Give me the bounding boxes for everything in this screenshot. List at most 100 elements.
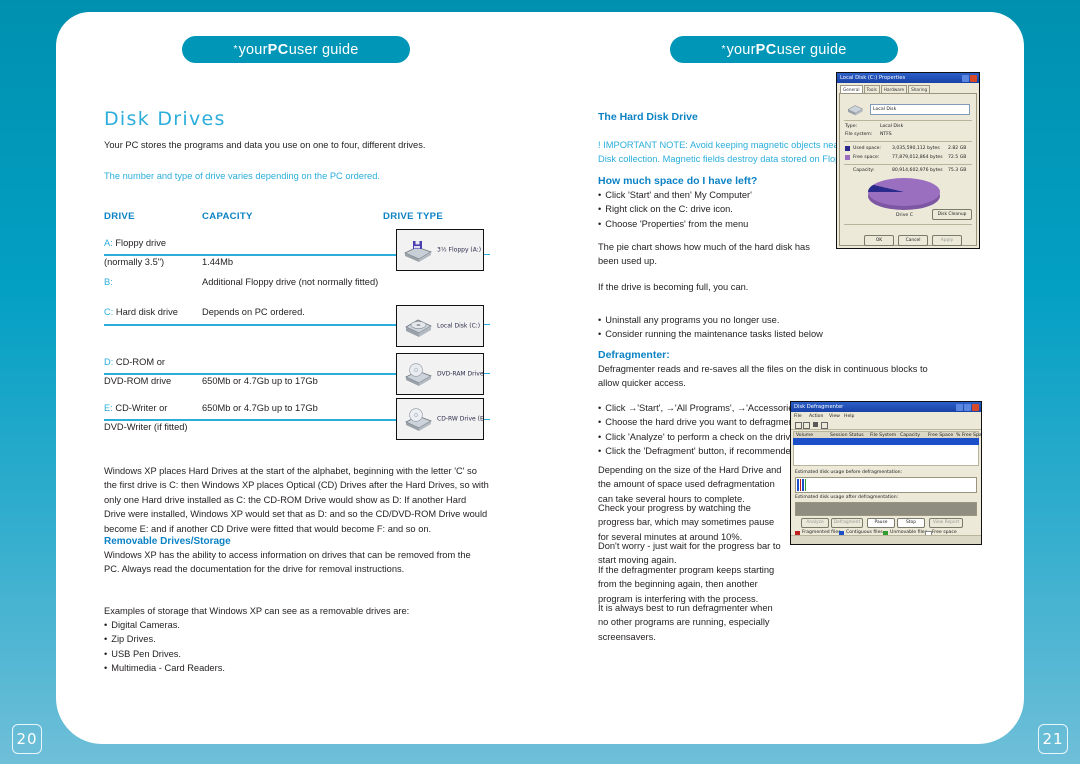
divider <box>844 120 972 121</box>
drive-desc: CD-Writer or <box>112 403 168 413</box>
status-bar <box>791 535 981 544</box>
list-item: Click 'Start' and then' My Computer' <box>598 188 838 202</box>
row-rule <box>104 254 404 256</box>
used-space-label: Used space: <box>853 146 881 151</box>
banner-left: * your PC user guide <box>182 36 410 63</box>
stop-icon[interactable] <box>813 422 818 427</box>
row-rule <box>104 419 404 421</box>
free-space-swatch <box>845 155 850 160</box>
page-title: Disk Drives <box>104 108 226 130</box>
row-rule <box>104 324 404 326</box>
dialog-title: Local Disk (C:) Properties <box>840 75 906 81</box>
dialog-titlebar: Local Disk (C:) Properties <box>837 73 979 83</box>
defragmenter-paragraph: Defragmenter reads and re-saves all the … <box>598 364 928 389</box>
table-header-drivetype: DRIVE TYPE <box>383 211 444 222</box>
removable-paragraph: Windows XP has the ability to access inf… <box>104 550 471 575</box>
list-item: Zip Drives. <box>104 632 404 646</box>
defrag-note-2: Check your progress by watching the prog… <box>598 503 775 542</box>
pie-paragraph: The pie chart shows how much of the hard… <box>598 242 810 267</box>
volume-row-selected[interactable] <box>793 438 979 445</box>
divider <box>844 164 972 165</box>
drive-cell: E: CD-Writer or <box>104 403 167 413</box>
banner-pc-left: PC <box>267 41 289 58</box>
list-item: Choose 'Properties' from the menu <box>598 217 838 231</box>
defragmenter-heading: Defragmenter: <box>598 349 670 361</box>
used-space-bytes: 3,035,590,112 bytes <box>892 146 940 151</box>
drive-subdesc: DVD-Writer (if fitted) <box>104 422 188 432</box>
drive-desc: Hard disk drive <box>113 307 178 317</box>
drive-letter: D: <box>104 357 114 367</box>
banner-post-left: user guide <box>288 41 359 58</box>
used-space-gb: 2.82 GB <box>948 146 967 151</box>
close-icon[interactable] <box>970 74 977 82</box>
minimize-icon[interactable] <box>956 403 963 411</box>
view-report-button[interactable]: View Report <box>929 518 963 528</box>
table-header-drive: DRIVE <box>104 211 135 222</box>
drive-desc: Floppy drive <box>112 238 167 248</box>
window-buttons <box>962 74 977 82</box>
ok-button[interactable]: OK <box>864 235 894 246</box>
volume-label-value: Local Disk <box>873 107 897 112</box>
defrag-display <box>795 502 977 516</box>
window-buttons <box>956 403 979 411</box>
banner-star-left: * <box>233 44 238 55</box>
analyze-button[interactable]: Analyze <box>801 518 829 528</box>
drive-letter: C: <box>104 307 114 317</box>
used-space-swatch <box>845 146 850 151</box>
list-item: Uninstall any programs you no longer use… <box>598 313 838 327</box>
menu-help[interactable]: Help <box>844 414 854 419</box>
divider <box>844 224 972 225</box>
thumbnail-label: Local Disk (C:) <box>437 322 481 330</box>
forward-icon[interactable] <box>803 422 810 429</box>
maximize-icon[interactable] <box>964 403 971 411</box>
drive-subdesc: (normally 3.5") <box>104 257 165 267</box>
drive-caption: Drive C <box>896 213 913 218</box>
capacity-cell: 1.44Mb <box>202 257 234 267</box>
menu-action[interactable]: Action <box>809 414 823 419</box>
help-button-icon[interactable] <box>962 74 969 82</box>
pause-button[interactable]: Pause <box>867 518 895 528</box>
free-space-bytes: 77,879,012,864 bytes <box>892 155 943 160</box>
filesystem-value: NTFS <box>880 132 892 137</box>
disk-cleanup-button[interactable]: Disk Cleanup <box>932 209 972 220</box>
cancel-button[interactable]: Cancel <box>898 235 928 246</box>
drive-cell: C: Hard disk drive <box>104 307 178 317</box>
drive-cell: B: <box>104 277 113 287</box>
thumbnail-label: 3½ Floppy (A:) <box>437 246 482 254</box>
defragment-button[interactable]: Defragment <box>831 518 863 528</box>
thumbnail-label: DVD-RAM Drive (D:) <box>437 370 484 378</box>
dvd-rom-drive-thumbnail: DVD-RAM Drive (D:) <box>396 353 484 395</box>
filesystem-label: File system: <box>845 132 873 137</box>
stop-button[interactable]: Stop <box>897 518 925 528</box>
menu-file[interactable]: File <box>794 414 802 419</box>
drive-letter: B: <box>104 277 113 287</box>
close-icon[interactable] <box>972 403 979 411</box>
disk-defragmenter-window: Disk Defragmenter File Action View Help <box>790 401 982 545</box>
table-header-capacity: CAPACITY <box>202 211 253 222</box>
local-disk-properties-dialog: Local Disk (C:) Properties General Tools… <box>836 72 980 249</box>
list-item: Digital Cameras. <box>104 618 404 632</box>
banner-post-right: user guide <box>776 41 847 58</box>
drive-cell: D: CD-ROM or <box>104 357 165 367</box>
space-steps-list: Click 'Start' and then' My Computer' Rig… <box>598 188 838 231</box>
back-icon[interactable] <box>795 422 802 429</box>
refresh-icon[interactable] <box>821 422 828 429</box>
dvd-rom-drive-icon <box>405 363 432 386</box>
defrag-label: Estimated disk usage after defragmentati… <box>795 495 899 500</box>
free-space-label: Free space: <box>853 155 880 160</box>
drive-letter: A: <box>104 238 113 248</box>
banner-pc-right: PC <box>755 41 777 58</box>
apply-button[interactable]: Apply <box>932 235 962 246</box>
hard-disk-icon <box>405 319 432 337</box>
defrag-note-5: It is always best to run defragmenter wh… <box>598 603 773 642</box>
drive-variation-note: The number and type of drive varies depe… <box>104 171 380 181</box>
row-rule <box>104 373 404 375</box>
space-heading: How much space do I have left? <box>598 175 758 187</box>
floppy-drive-icon <box>404 241 432 262</box>
capacity-label: Capacity: <box>853 168 875 173</box>
floppy-drive-thumbnail: 3½ Floppy (A:) <box>396 229 484 271</box>
volume-label-field[interactable]: Local Disk <box>870 104 970 115</box>
free-space-gb: 72.5 GB <box>948 155 967 160</box>
menu-view[interactable]: View <box>829 414 840 419</box>
thumbnail-label: CD-RW Drive (E:) <box>437 415 484 423</box>
